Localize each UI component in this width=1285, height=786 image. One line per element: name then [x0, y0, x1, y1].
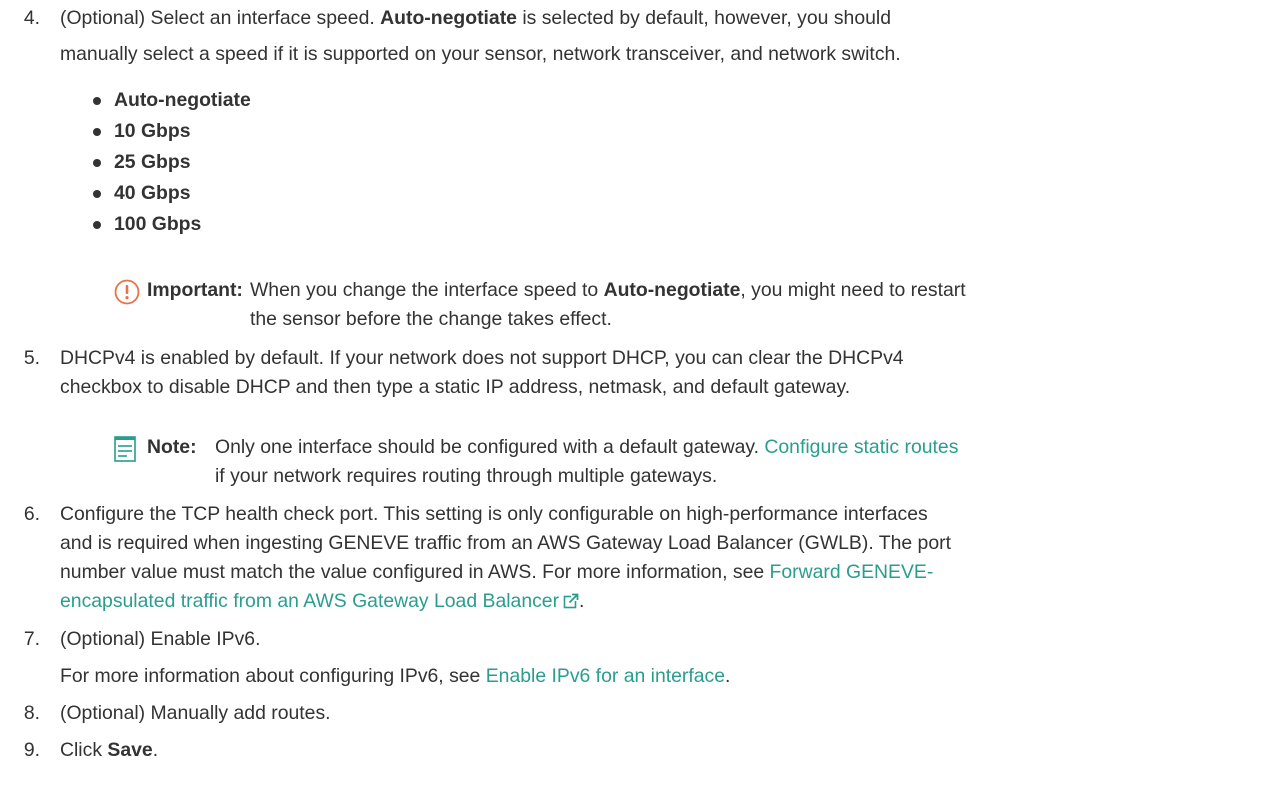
important-label: Important:	[147, 279, 243, 301]
bullet-icon	[93, 159, 101, 167]
step-number: 4.	[23, 7, 40, 29]
bullet-icon	[93, 190, 101, 198]
step-text-line: encapsulated traffic from an AWS Gateway…	[60, 590, 585, 612]
save-button-name: Save	[107, 739, 153, 761]
option-name: Auto-negotiate	[603, 279, 741, 301]
step-text-line: For more information about configuring I…	[60, 665, 731, 687]
bullet-icon	[93, 97, 101, 105]
step-text-line: checkbox to disable DHCP and then type a…	[60, 376, 851, 398]
configure-static-routes-link[interactable]: Configure static routes	[764, 436, 958, 458]
documentation-page: 4. (Optional) Select an interface speed.…	[0, 0, 1285, 786]
bullet-icon	[93, 221, 101, 229]
step-number: 6.	[23, 503, 40, 525]
note-text-line: if your network requires routing through…	[215, 465, 718, 487]
speed-option: Auto-negotiate	[114, 89, 251, 111]
enable-ipv6-link[interactable]: Enable IPv6 for an interface	[486, 665, 725, 687]
note-lines-icon	[114, 436, 136, 462]
step-text-line: number value must match the value config…	[60, 561, 934, 583]
step-text-line: (Optional) Manually add routes.	[60, 702, 331, 724]
note-label: Note:	[147, 436, 197, 458]
speed-option: 25 Gbps	[114, 151, 191, 173]
step-number: 5.	[23, 347, 40, 369]
important-text-line: the sensor before the change takes effec…	[250, 308, 612, 330]
speed-option: 40 Gbps	[114, 182, 191, 204]
step-text-line: and is required when ingesting GENEVE tr…	[60, 532, 951, 554]
speed-option: 10 Gbps	[114, 120, 191, 142]
step-number: 9.	[23, 739, 40, 761]
step-text-line: (Optional) Enable IPv6.	[60, 628, 261, 650]
external-link-icon[interactable]	[563, 593, 579, 609]
bullet-icon	[93, 128, 101, 136]
step-text-line: DHCPv4 is enabled by default. If your ne…	[60, 347, 904, 369]
step-text-line: Configure the TCP health check port. Thi…	[60, 503, 928, 525]
exclamation-circle-icon	[114, 279, 140, 305]
note-text-line: Only one interface should be configured …	[215, 436, 959, 458]
forward-geneve-link[interactable]: Forward GENEVE-	[770, 561, 934, 583]
speed-option: 100 Gbps	[114, 213, 202, 235]
step-number: 7.	[23, 628, 40, 650]
step-text-line: Click Save.	[60, 739, 159, 761]
important-text-line: When you change the interface speed to A…	[250, 279, 966, 301]
option-name: Auto-negotiate	[380, 7, 517, 29]
step-number: 8.	[23, 702, 40, 724]
step-text-line: (Optional) Select an interface speed. Au…	[60, 7, 891, 29]
step-text-line: manually select a speed if it is support…	[60, 43, 901, 65]
forward-geneve-link-continued[interactable]: encapsulated traffic from an AWS Gateway…	[60, 590, 559, 612]
